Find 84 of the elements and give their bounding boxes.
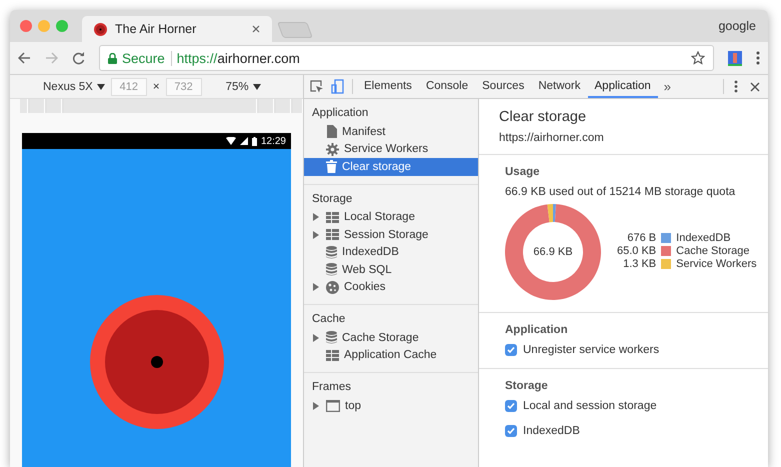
phone-clock: 12:29 [260, 136, 286, 146]
favicon-icon [94, 22, 107, 36]
database-icon [326, 263, 337, 276]
sidebar-item[interactable]: Application Cache [304, 346, 478, 364]
reload-icon[interactable] [72, 52, 85, 64]
address-bar[interactable]: Secure https://airhorner.com [99, 45, 714, 71]
close-window-button[interactable] [20, 20, 32, 32]
legend-swatch [661, 246, 672, 256]
security-label: Secure [122, 50, 172, 66]
sidebar-item[interactable]: Clear storage [304, 158, 478, 176]
sidebar-item[interactable]: IndexedDB [304, 244, 478, 261]
devtools-tab[interactable]: Network [531, 75, 588, 98]
menu-icon[interactable] [734, 80, 738, 93]
gear-icon [326, 142, 339, 156]
devtools-tab[interactable]: Sources [475, 75, 532, 98]
device-toolbar-icon[interactable] [331, 79, 344, 94]
more-tabs-button[interactable]: » [658, 75, 678, 98]
legend-label: IndexedDB [676, 232, 732, 244]
legend-swatch [661, 233, 672, 243]
browser-tab[interactable]: The Air Horner [82, 16, 272, 42]
horn-button[interactable] [88, 294, 224, 430]
caret-icon [252, 84, 261, 90]
document-icon [326, 125, 337, 138]
legend-label: Service Workers [676, 258, 757, 270]
sidebar-section-heading: Application [311, 107, 370, 121]
checkbox-label: Local and session storage [523, 400, 657, 412]
sidebar-section-heading: Frames [311, 381, 352, 395]
signal-icon [240, 137, 248, 145]
frame-icon [326, 400, 340, 412]
star-icon[interactable] [691, 51, 705, 65]
inspect-icon[interactable] [310, 80, 323, 93]
wifi-icon [226, 137, 236, 145]
close-icon[interactable] [750, 82, 760, 92]
close-icon[interactable] [252, 25, 260, 33]
checkbox[interactable] [505, 400, 517, 412]
legend-value: 1.3 KB [622, 258, 656, 270]
database-icon [326, 246, 337, 259]
url-scheme: https:// [176, 50, 218, 66]
forward-icon[interactable] [45, 52, 58, 64]
checkbox[interactable] [505, 425, 517, 437]
url-host: airhorner.com [217, 50, 300, 66]
section-heading: Storage [505, 380, 549, 392]
extension-icon[interactable] [728, 50, 742, 66]
sidebar-item[interactable]: Manifest [304, 123, 478, 140]
cookie-icon [326, 280, 339, 294]
database-icon [326, 331, 337, 344]
panel-title: Clear storage [499, 109, 588, 125]
checkbox[interactable] [505, 344, 517, 356]
legend-label: Cache Storage [676, 245, 751, 257]
origin-url: https://airhorner.com [499, 132, 605, 144]
usage-total: 66.9 KB [533, 246, 573, 258]
sidebar-item[interactable]: Cache Storage [304, 329, 478, 346]
usage-summary: 66.9 KB used out of 15214 MB storage quota [505, 186, 736, 198]
section-heading: Application [505, 324, 569, 336]
checkbox-label: Unregister service workers [523, 344, 660, 356]
sidebar-item[interactable]: Local Storage [304, 208, 478, 226]
sidebar-item[interactable]: Cookies [304, 278, 478, 296]
sidebar-item[interactable]: Service Workers [304, 140, 478, 158]
dimension-separator: × [152, 80, 160, 92]
menu-icon[interactable] [756, 51, 760, 65]
sidebar-item[interactable]: Web SQL [304, 261, 478, 278]
devtools-tab[interactable]: Application [588, 75, 658, 98]
section-heading: Usage [505, 166, 541, 178]
caret-icon [96, 84, 105, 90]
lock-icon [108, 52, 117, 64]
grid-icon [326, 350, 339, 361]
devtools-tab[interactable]: Console [418, 75, 476, 98]
legend-swatch [661, 259, 672, 269]
legend-value: 65.0 KB [617, 245, 656, 257]
device-dropdown[interactable]: Nexus 5X [43, 80, 105, 92]
grid-icon [326, 229, 339, 240]
battery-icon [252, 136, 257, 146]
sidebar-item[interactable]: Session Storage [304, 226, 478, 244]
grid-icon [326, 212, 339, 223]
back-icon[interactable] [18, 52, 31, 64]
sidebar-section-heading: Cache [311, 313, 346, 327]
trash-icon [326, 160, 337, 174]
sidebar-section-heading: Storage [311, 192, 354, 206]
legend-value: 676 B [626, 232, 656, 244]
sidebar-item[interactable]: top [304, 397, 478, 414]
devtools-tab[interactable]: Elements [357, 75, 419, 98]
zoom-dropdown[interactable]: 75% [226, 80, 261, 92]
profile-name[interactable]: google [718, 19, 756, 33]
checkbox-label: IndexedDB [523, 425, 580, 437]
